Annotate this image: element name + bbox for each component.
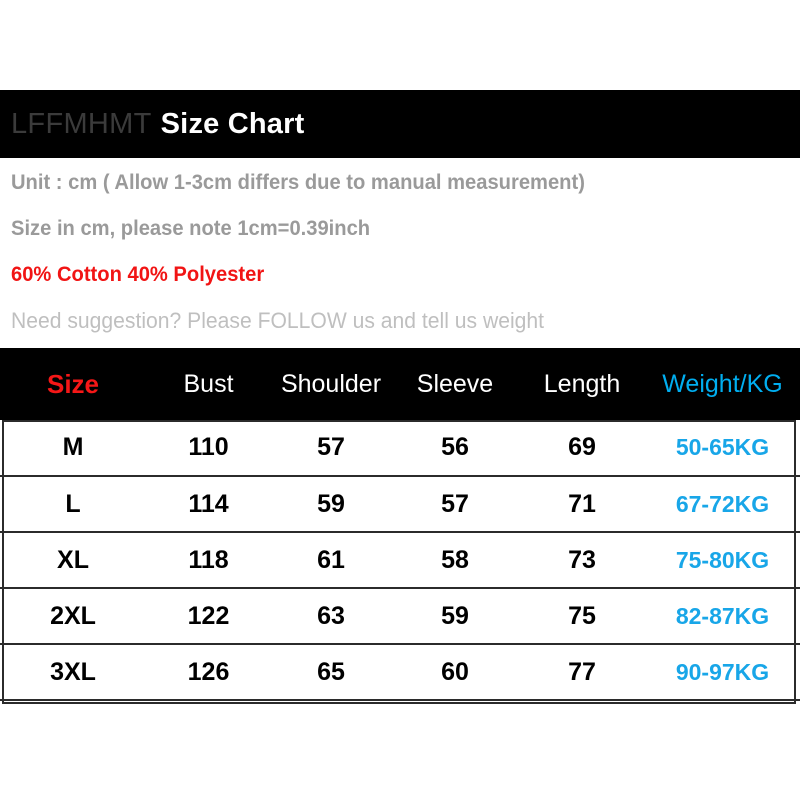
- info-block: Unit : cm ( Allow 1-3cm differs due to m…: [0, 158, 800, 348]
- table-row: 3XL 126 65 60 77 90-97KG: [0, 644, 800, 700]
- table-row: L 114 59 57 71 67-72KG: [0, 476, 800, 532]
- cell-length: 75: [568, 601, 596, 630]
- info-line-material: 60% Cotton 40% Polyester: [11, 263, 265, 286]
- cell-size: L: [65, 489, 81, 518]
- table-row: 2XL 122 63 59 75 82-87KG: [0, 588, 800, 644]
- table-row: XL 118 61 58 73 75-80KG: [0, 532, 800, 588]
- cell-bust: 114: [188, 489, 229, 518]
- cell-bust: 110: [188, 433, 229, 461]
- cell-length: 71: [568, 489, 596, 518]
- cell-weight: 90-97KG: [675, 658, 770, 685]
- size-chart-page: LFFMHMT Size Chart Unit : cm ( Allow 1-3…: [0, 0, 800, 800]
- info-line-conversion: Size in cm, please note 1cm=0.39inch: [11, 217, 371, 240]
- cell-length: 73: [568, 545, 596, 574]
- table-header: Size Bust Shoulder Sleeve Length Weight/…: [0, 348, 800, 420]
- title-band: LFFMHMT Size Chart: [0, 90, 800, 158]
- column-header-sleeve: Sleeve: [416, 369, 494, 398]
- cell-bust: 126: [187, 657, 230, 686]
- cell-sleeve: 58: [441, 545, 469, 574]
- column-header-weight: Weight/KG: [662, 369, 783, 398]
- cell-weight: 82-87KG: [675, 602, 770, 629]
- brand-name: LFFMHMT: [11, 107, 152, 140]
- cell-shoulder: 57: [317, 433, 345, 461]
- info-line-unit: Unit : cm ( Allow 1-3cm differs due to m…: [11, 171, 585, 194]
- cell-shoulder: 65: [317, 657, 345, 686]
- cell-length: 77: [568, 657, 596, 686]
- cell-shoulder: 61: [317, 545, 345, 574]
- cell-sleeve: 56: [441, 433, 469, 461]
- cell-sleeve: 60: [441, 657, 469, 686]
- cell-sleeve: 59: [441, 601, 469, 630]
- cell-weight: 75-80KG: [675, 546, 770, 573]
- cell-sleeve: 57: [441, 489, 469, 518]
- cell-size: XL: [57, 545, 89, 574]
- info-line-suggestion: Need suggestion? Please FOLLOW us and te…: [11, 308, 544, 333]
- cell-length: 69: [568, 433, 596, 461]
- cell-size: 2XL: [50, 601, 96, 630]
- cell-size: 3XL: [50, 657, 96, 686]
- cell-bust: 122: [187, 601, 230, 630]
- column-header-bust: Bust: [183, 369, 234, 398]
- table-row: M 110 57 56 69 50-65KG: [0, 420, 800, 476]
- cell-bust: 118: [188, 545, 229, 574]
- cell-size: M: [62, 433, 84, 461]
- cell-weight: 67-72KG: [675, 490, 770, 517]
- table-header-row: Size Bust Shoulder Sleeve Length Weight/…: [0, 348, 800, 420]
- column-header-length: Length: [543, 369, 621, 398]
- table-body: M 110 57 56 69 50-65KG L 114 59 57 71 67…: [0, 420, 800, 700]
- column-header-shoulder: Shoulder: [280, 369, 382, 398]
- page-title: Size Chart: [160, 107, 305, 140]
- cell-shoulder: 59: [317, 489, 345, 518]
- size-table-wrap: Size Bust Shoulder Sleeve Length Weight/…: [0, 348, 800, 704]
- column-header-size: Size: [46, 368, 100, 399]
- size-table: Size Bust Shoulder Sleeve Length Weight/…: [0, 348, 800, 701]
- cell-shoulder: 63: [317, 601, 345, 630]
- cell-weight: 50-65KG: [675, 434, 770, 460]
